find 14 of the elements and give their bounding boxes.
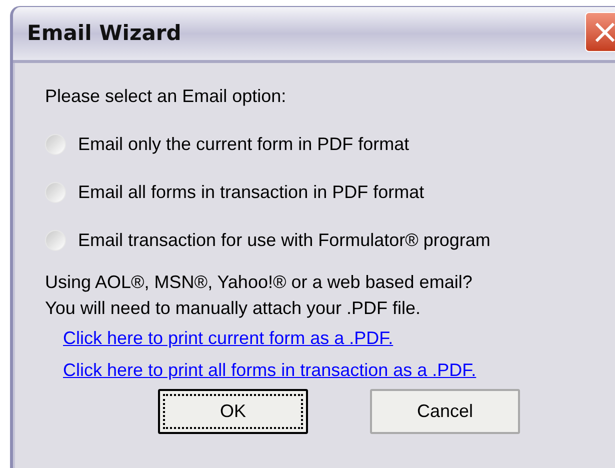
radio-button[interactable] — [45, 230, 66, 250]
prompt-text: Please select an Email option: — [45, 85, 286, 107]
print-link[interactable]: Click here to print current form as a .PDF. — [63, 327, 394, 349]
window-title: Email Wizard — [27, 20, 182, 47]
note-text: Using AOL®, MSN®, Yahoo!® or a web based email? — [45, 271, 472, 294]
print-link[interactable]: Click here to print all forms in transaction as a .PDF. — [63, 359, 476, 381]
dialog-button[interactable]: Cancel — [370, 389, 520, 434]
radio-option[interactable]: Email only the current form in PDF format — [45, 133, 410, 155]
radio-button[interactable] — [45, 134, 66, 154]
radio-option[interactable]: Email transaction for use with Formulator® program — [45, 229, 490, 251]
dialog-button[interactable]: OK — [158, 389, 308, 434]
radio-option[interactable]: Email all forms in transaction in PDF format — [45, 181, 424, 203]
radio-button[interactable] — [45, 182, 66, 202]
note-text: You will need to manually attach your .PDF file. — [45, 297, 421, 320]
